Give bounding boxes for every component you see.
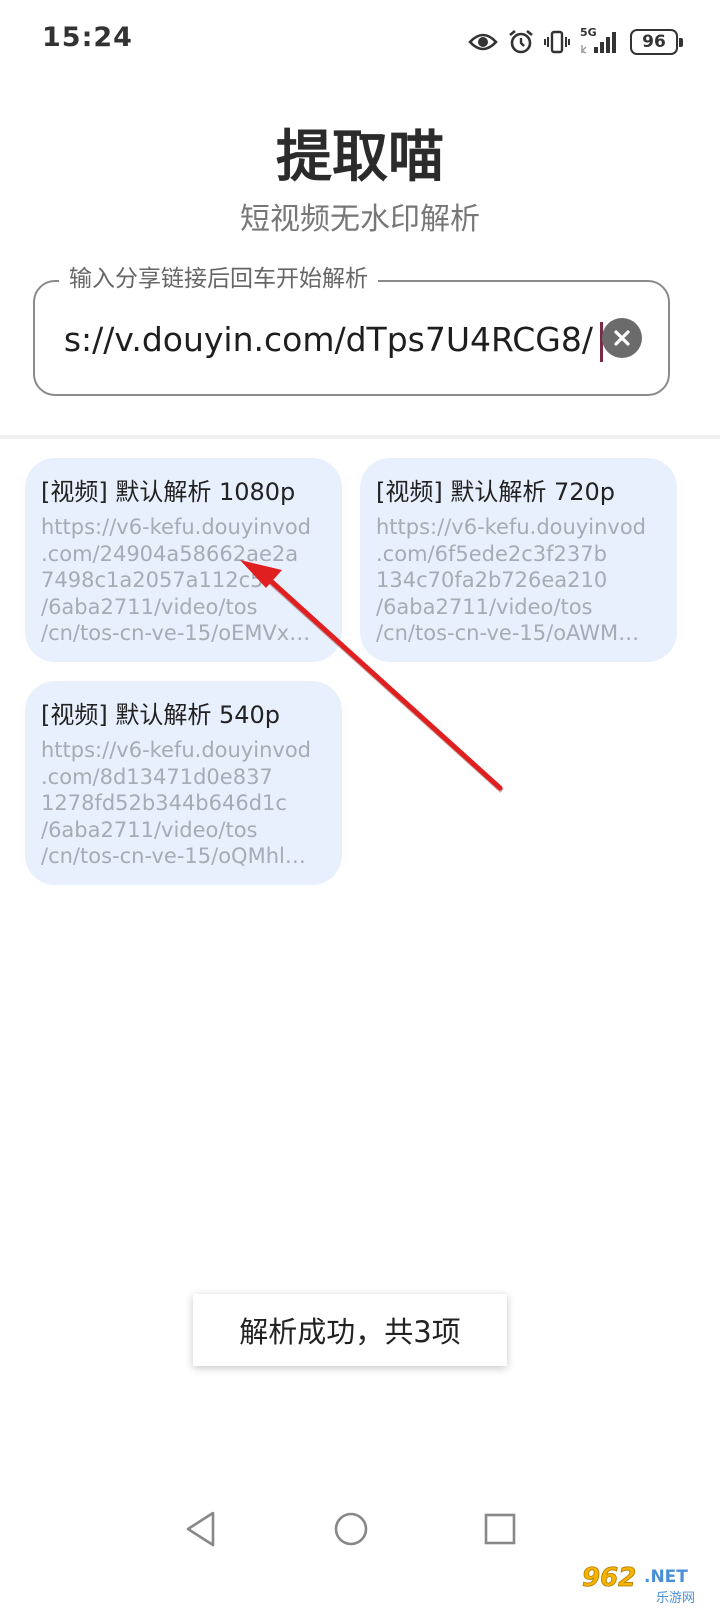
page: 15:24 5G 96 提取喵 短视频无水印解析 输入分享链接后回车开始解析 s… <box>0 0 720 1610</box>
url-line: 1278fd52b344b646d1c <box>41 791 287 815</box>
back-triangle-icon <box>186 1511 215 1547</box>
clear-button[interactable] <box>602 318 642 358</box>
watermark-logo: 962 .NET 乐游网 <box>580 1560 710 1606</box>
result-card-720p[interactable]: [视频] 默认解析 720p https://v6-kefu.douyinvod… <box>360 458 677 662</box>
svg-text:.NET: .NET <box>644 1567 688 1587</box>
url-line: 7498c1a2057a112c5 <box>41 568 264 592</box>
recents-square-icon <box>484 1513 516 1545</box>
svg-text:乐游网: 乐游网 <box>656 1591 695 1606</box>
status-icons: 5G 96 <box>468 24 683 60</box>
result-card-1080p[interactable]: [视频] 默认解析 1080p https://v6-kefu.douyinvo… <box>25 458 342 662</box>
result-title: [视频] 默认解析 540p <box>41 701 281 729</box>
url-line: .com/8d13471d0e837 <box>41 764 273 789</box>
svg-text:962: 962 <box>582 1563 636 1593</box>
url-line: /6aba2711/video/tos <box>376 594 593 619</box>
url-line: /6aba2711/video/tos <box>41 594 258 619</box>
alarm-icon <box>508 29 534 55</box>
url-line: .com/24904a58662ae2a <box>41 541 299 566</box>
url-line: /cn/tos-cn-ve-15/oAWM… <box>376 621 640 645</box>
result-url: https://v6-kefu.douyinvod .com/8d13471d0… <box>41 737 326 870</box>
link-input-field[interactable]: 输入分享链接后回车开始解析 https://v.douyin.com/dTps7… <box>33 264 670 396</box>
result-card-540p[interactable]: [视频] 默认解析 540p https://v6-kefu.douyinvod… <box>25 681 342 885</box>
divider <box>0 435 720 439</box>
url-line: 134c70fa2b726ea210 <box>376 568 608 592</box>
recents-button[interactable] <box>482 1510 518 1552</box>
back-button[interactable] <box>183 1510 219 1552</box>
result-title: [视频] 默认解析 720p <box>376 478 616 506</box>
home-circle-icon <box>334 1512 368 1546</box>
url-line: https://v6-kefu.douyinvod <box>376 515 647 539</box>
url-line: /6aba2711/video/tos <box>41 817 258 842</box>
result-url: https://v6-kefu.douyinvod .com/6f5ede2c3… <box>376 514 661 647</box>
url-line: /cn/tos-cn-ve-15/oEMVx… <box>41 621 311 645</box>
url-line: .com/6f5ede2c3f237b <box>376 541 607 566</box>
app-title: 提取喵 <box>276 125 444 190</box>
url-line: /cn/tos-cn-ve-15/oQMhl… <box>41 844 306 868</box>
close-icon <box>614 330 630 346</box>
toast-message: 解析成功，共3项 <box>193 1294 507 1366</box>
result-url: https://v6-kefu.douyinvod .com/24904a586… <box>41 514 326 647</box>
result-title: [视频] 默认解析 1080p <box>41 478 296 506</box>
battery-level: 96 <box>642 32 666 52</box>
url-line: https://v6-kefu.douyinvod <box>41 515 312 539</box>
battery-icon: 96 <box>630 29 683 55</box>
vibrate-icon <box>544 29 570 55</box>
toast-text: 解析成功，共3项 <box>239 1315 461 1349</box>
app-subtitle: 短视频无水印解析 <box>240 202 480 237</box>
link-input[interactable]: https://v.douyin.com/dTps7U4RCG8/ <box>63 320 593 359</box>
url-line: https://v6-kefu.douyinvod <box>41 738 312 762</box>
status-bar: 15:24 5G 96 <box>0 0 720 84</box>
link-input-text: https://v.douyin.com/dTps7U4RCG8/ <box>63 320 593 359</box>
signal-icon: 5G <box>580 26 620 55</box>
status-time: 15:24 <box>42 22 133 53</box>
network-type: 5G <box>580 26 597 39</box>
navigation-bar <box>0 1490 720 1570</box>
input-label: 输入分享链接后回车开始解析 <box>59 264 378 294</box>
eye-icon <box>468 31 498 53</box>
home-button[interactable] <box>333 1510 369 1552</box>
